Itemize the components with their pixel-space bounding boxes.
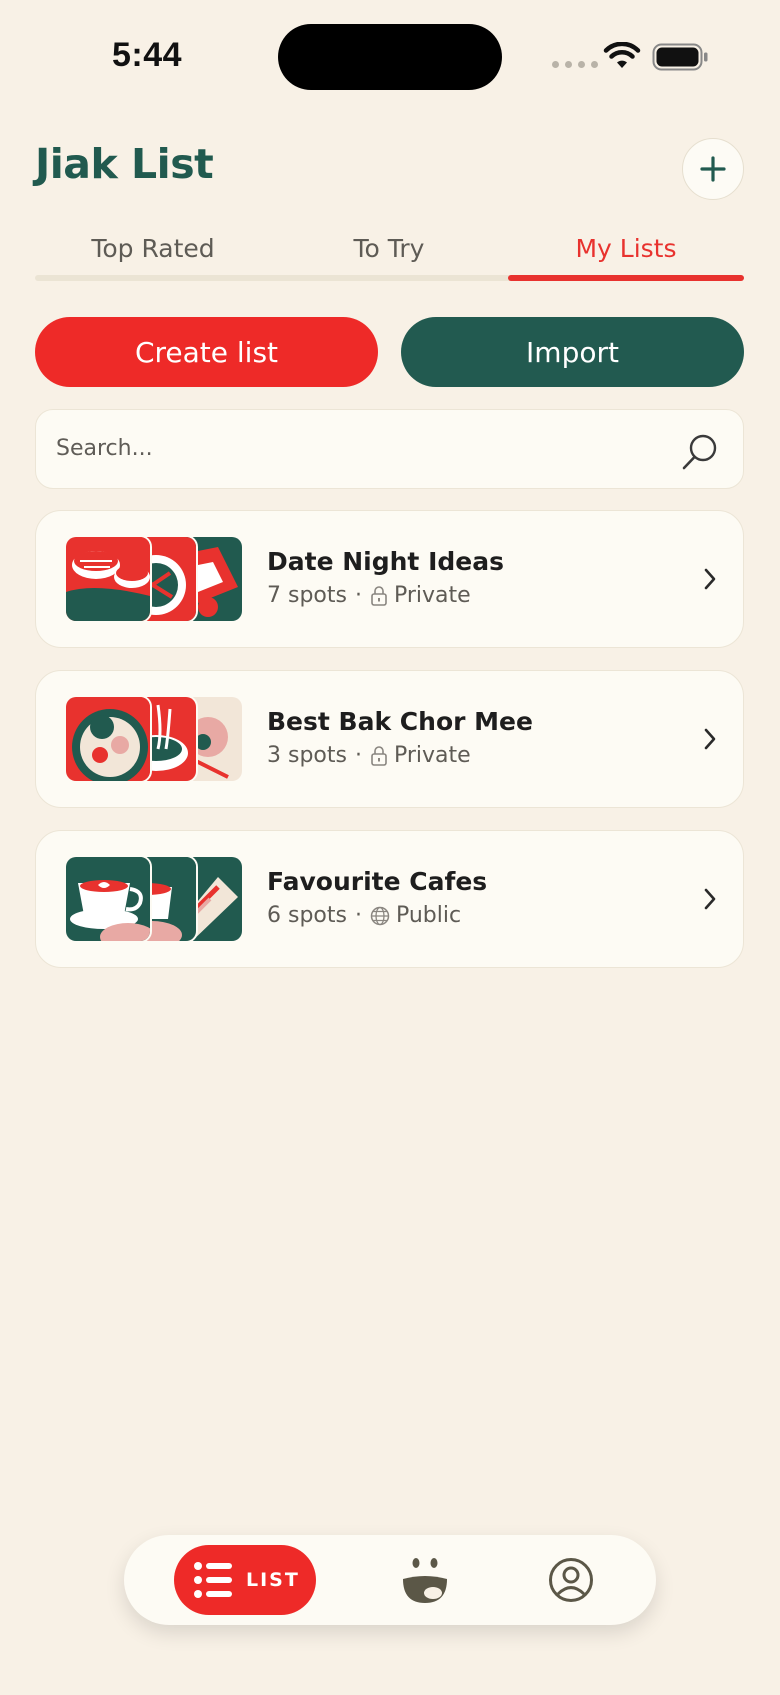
search-icon[interactable] bbox=[680, 432, 720, 472]
list-title: Best Bak Chor Mee bbox=[267, 707, 533, 736]
food-face-icon[interactable] bbox=[401, 1557, 449, 1605]
chevron-right-icon bbox=[704, 568, 716, 590]
list-card-best-bak-chor-mee[interactable]: Best Bak Chor Mee 3 spots · Private bbox=[35, 670, 744, 808]
list-thumbnails bbox=[64, 535, 244, 623]
visibility-label: Private bbox=[393, 583, 471, 608]
chevron-right-icon bbox=[704, 728, 716, 750]
battery-icon bbox=[652, 43, 708, 71]
lock-icon bbox=[370, 745, 388, 767]
separator-dot: · bbox=[354, 743, 362, 768]
visibility-label: Public bbox=[395, 903, 462, 928]
list-card-date-night-ideas[interactable]: Date Night Ideas 7 spots · Private bbox=[35, 510, 744, 648]
bottom-nav: LIST bbox=[124, 1535, 656, 1625]
import-button[interactable]: Import bbox=[401, 317, 744, 387]
search-input[interactable] bbox=[56, 410, 656, 487]
food-thumbnail bbox=[64, 535, 152, 623]
cellular-signal-icon bbox=[552, 61, 598, 68]
create-list-button[interactable]: Create list bbox=[35, 317, 378, 387]
globe-icon bbox=[370, 906, 390, 926]
add-button[interactable] bbox=[682, 138, 744, 200]
spot-count: 6 spots bbox=[267, 903, 347, 928]
list-card-favourite-cafes[interactable]: Favourite Cafes 6 spots · Public bbox=[35, 830, 744, 968]
dynamic-island bbox=[278, 24, 502, 90]
nav-list-button[interactable]: LIST bbox=[174, 1545, 316, 1615]
separator-dot: · bbox=[354, 583, 362, 608]
separator-dot: · bbox=[354, 903, 362, 928]
status-time: 5:44 bbox=[112, 36, 183, 74]
status-bar: 5:44 bbox=[0, 0, 780, 120]
list-title: Date Night Ideas bbox=[267, 547, 504, 576]
plus-icon bbox=[700, 156, 726, 182]
food-thumbnail bbox=[64, 695, 152, 783]
tab-top-rated[interactable]: Top Rated bbox=[35, 222, 271, 274]
profile-icon[interactable] bbox=[548, 1557, 594, 1603]
spot-count: 7 spots bbox=[267, 583, 347, 608]
search-bar bbox=[35, 409, 744, 489]
food-thumbnail bbox=[64, 855, 152, 943]
chevron-right-icon bbox=[704, 888, 716, 910]
list-title: Favourite Cafes bbox=[267, 867, 488, 896]
list-meta: 3 spots · Private bbox=[267, 743, 471, 768]
tab-to-try[interactable]: To Try bbox=[271, 222, 507, 274]
nav-list-label: LIST bbox=[246, 1569, 300, 1591]
list-meta: 7 spots · Private bbox=[267, 583, 471, 608]
lock-icon bbox=[370, 585, 388, 607]
tab-active-indicator bbox=[508, 275, 744, 281]
tab-bar: Top Rated To Try My Lists bbox=[35, 222, 744, 282]
list-thumbnails bbox=[64, 695, 244, 783]
list-thumbnails bbox=[64, 855, 244, 943]
spot-count: 3 spots bbox=[267, 743, 347, 768]
list-icon bbox=[194, 1562, 232, 1598]
wifi-icon bbox=[603, 42, 641, 68]
visibility-label: Private bbox=[393, 743, 471, 768]
tab-my-lists[interactable]: My Lists bbox=[508, 222, 744, 274]
page-title: Jiak List bbox=[35, 140, 214, 188]
list-meta: 6 spots · Public bbox=[267, 903, 461, 928]
